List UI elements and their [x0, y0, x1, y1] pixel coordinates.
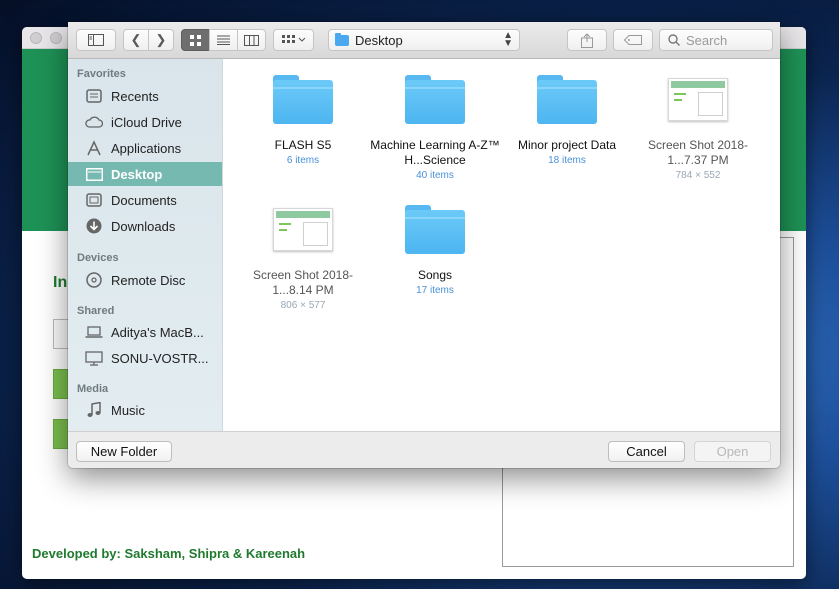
sidebar-item-label: Aditya's MacB...: [111, 324, 204, 340]
download-icon: [85, 218, 103, 234]
folder-icon: [405, 75, 465, 124]
app-heading: In: [53, 274, 68, 291]
search-field[interactable]: Search: [659, 29, 773, 51]
sidebar-icon: [88, 34, 104, 46]
sidebar-item-label: Documents: [111, 192, 177, 208]
file-name: Screen Shot 2018-1...8.14 PM: [252, 268, 354, 297]
dialog-toolbar: ❮ ❯ Desktop ▲ ▼ Search: [68, 22, 780, 59]
arrange-button[interactable]: [273, 29, 314, 51]
chevron-updown-icon: ▲ ▼: [503, 30, 513, 49]
folder-icon: [405, 205, 465, 254]
sidebar-section-devices: Devices: [77, 252, 119, 264]
sidebar-section-favorites: Favorites: [77, 68, 126, 80]
tag-button[interactable]: [613, 29, 653, 51]
image-thumbnail-icon: [273, 208, 333, 251]
sidebar-section-media: Media: [77, 383, 109, 395]
sidebar-item-label: iCloud Drive: [111, 114, 182, 130]
clock-icon: [85, 88, 103, 104]
sidebar-item-music[interactable]: Music: [68, 398, 222, 422]
file-name: Songs: [417, 268, 453, 282]
sidebar-section-shared: Shared: [77, 305, 115, 317]
sidebar-item-label: Downloads: [111, 218, 176, 234]
laptop-icon: [85, 324, 103, 340]
file-item-image[interactable]: Screen Shot 2018-1...7.37 PM 784 × 552: [632, 75, 764, 183]
icon-view-button[interactable]: [181, 29, 210, 51]
file-item-image[interactable]: Screen Shot 2018-1...8.14 PM 806 × 577: [237, 205, 369, 313]
sidebar-item-remote-disc[interactable]: Remote Disc: [68, 268, 222, 292]
file-item-folder[interactable]: Machine Learning A-Z™ H...Science 40 ite…: [369, 75, 501, 183]
search-icon: [668, 34, 680, 46]
document-icon: [85, 192, 103, 208]
tag-icon: [624, 35, 642, 45]
columns-icon: [244, 34, 259, 46]
file-name: Machine Learning A-Z™ H...Science: [370, 138, 500, 167]
sidebar: Favorites Recents iCloud Drive Applicati…: [68, 59, 223, 431]
file-meta: 806 × 577: [280, 300, 326, 311]
sidebar-toggle-button[interactable]: [76, 29, 116, 51]
file-name: FLASH S5: [274, 138, 332, 152]
file-name: Screen Shot 2018-1...7.37 PM: [647, 138, 749, 167]
folder-icon: [335, 32, 349, 46]
sidebar-item-label: Applications: [111, 140, 182, 156]
open-button[interactable]: Open: [694, 441, 771, 462]
file-meta: 6 items: [286, 155, 320, 166]
file-name: Minor project Data: [517, 138, 617, 152]
sidebar-item-label: Recents: [111, 88, 159, 104]
file-browser-area: FLASH S5 6 items Machine Learning A-Z™ H…: [223, 59, 780, 431]
dialog-bottom-bar: New Folder Cancel Open: [68, 431, 780, 468]
group-icon: [281, 35, 305, 43]
new-folder-button[interactable]: New Folder: [76, 441, 172, 462]
sidebar-item-downloads[interactable]: Downloads: [68, 214, 222, 238]
sidebar-item-label: Music: [111, 402, 145, 418]
folder-icon: [537, 75, 597, 124]
file-meta: 784 × 552: [675, 170, 721, 181]
file-meta: 17 items: [416, 285, 454, 296]
location-dropdown[interactable]: Desktop ▲ ▼: [328, 29, 520, 51]
share-icon: [581, 32, 593, 48]
folder-icon: [273, 75, 333, 124]
applications-icon: [85, 140, 103, 156]
sidebar-item-recents[interactable]: Recents: [68, 84, 222, 108]
sidebar-item-documents[interactable]: Documents: [68, 188, 222, 212]
chevron-left-icon: ❮: [130, 32, 142, 47]
file-item-folder[interactable]: Minor project Data 18 items: [501, 75, 633, 168]
forward-button[interactable]: ❯: [148, 29, 174, 51]
search-placeholder: Search: [686, 32, 728, 48]
cloud-icon: [85, 114, 103, 130]
cancel-button[interactable]: Cancel: [608, 441, 685, 462]
close-window-button[interactable]: [30, 32, 42, 44]
column-view-button[interactable]: [237, 29, 266, 51]
icon-grid-icon: [190, 34, 201, 46]
sidebar-item-icloud-drive[interactable]: iCloud Drive: [68, 110, 222, 134]
sidebar-item-label: SONU-VOSTR...: [111, 350, 209, 366]
image-thumbnail-icon: [668, 78, 728, 121]
sidebar-item-applications[interactable]: Applications: [68, 136, 222, 160]
open-file-dialog: ❮ ❯ Desktop ▲ ▼ Search Favorites Recents…: [68, 22, 780, 468]
sidebar-item-aditya-macbook[interactable]: Aditya's MacB...: [68, 320, 222, 344]
monitor-icon: [85, 350, 103, 366]
back-button[interactable]: ❮: [123, 29, 149, 51]
minimize-window-button[interactable]: [50, 32, 62, 44]
list-icon: [217, 35, 230, 45]
list-view-button[interactable]: [209, 29, 238, 51]
sidebar-item-label: Remote Disc: [111, 272, 186, 288]
file-item-folder[interactable]: FLASH S5 6 items: [237, 75, 369, 168]
music-icon: [85, 402, 103, 418]
disc-icon: [85, 272, 103, 288]
location-label: Desktop: [355, 32, 403, 48]
sidebar-item-label: Desktop: [111, 166, 163, 182]
app-footer-credits: Developed by: Saksham, Shipra & Kareenah: [32, 546, 306, 561]
chevron-right-icon: ❯: [155, 32, 167, 47]
file-meta: 18 items: [548, 155, 586, 166]
share-button[interactable]: [567, 29, 607, 51]
sidebar-item-desktop[interactable]: Desktop: [68, 162, 222, 186]
desktop-icon: [85, 166, 103, 182]
file-item-folder[interactable]: Songs 17 items: [369, 205, 501, 298]
file-meta: 40 items: [416, 170, 454, 181]
sidebar-item-sonu-vostro[interactable]: SONU-VOSTR...: [68, 346, 222, 370]
